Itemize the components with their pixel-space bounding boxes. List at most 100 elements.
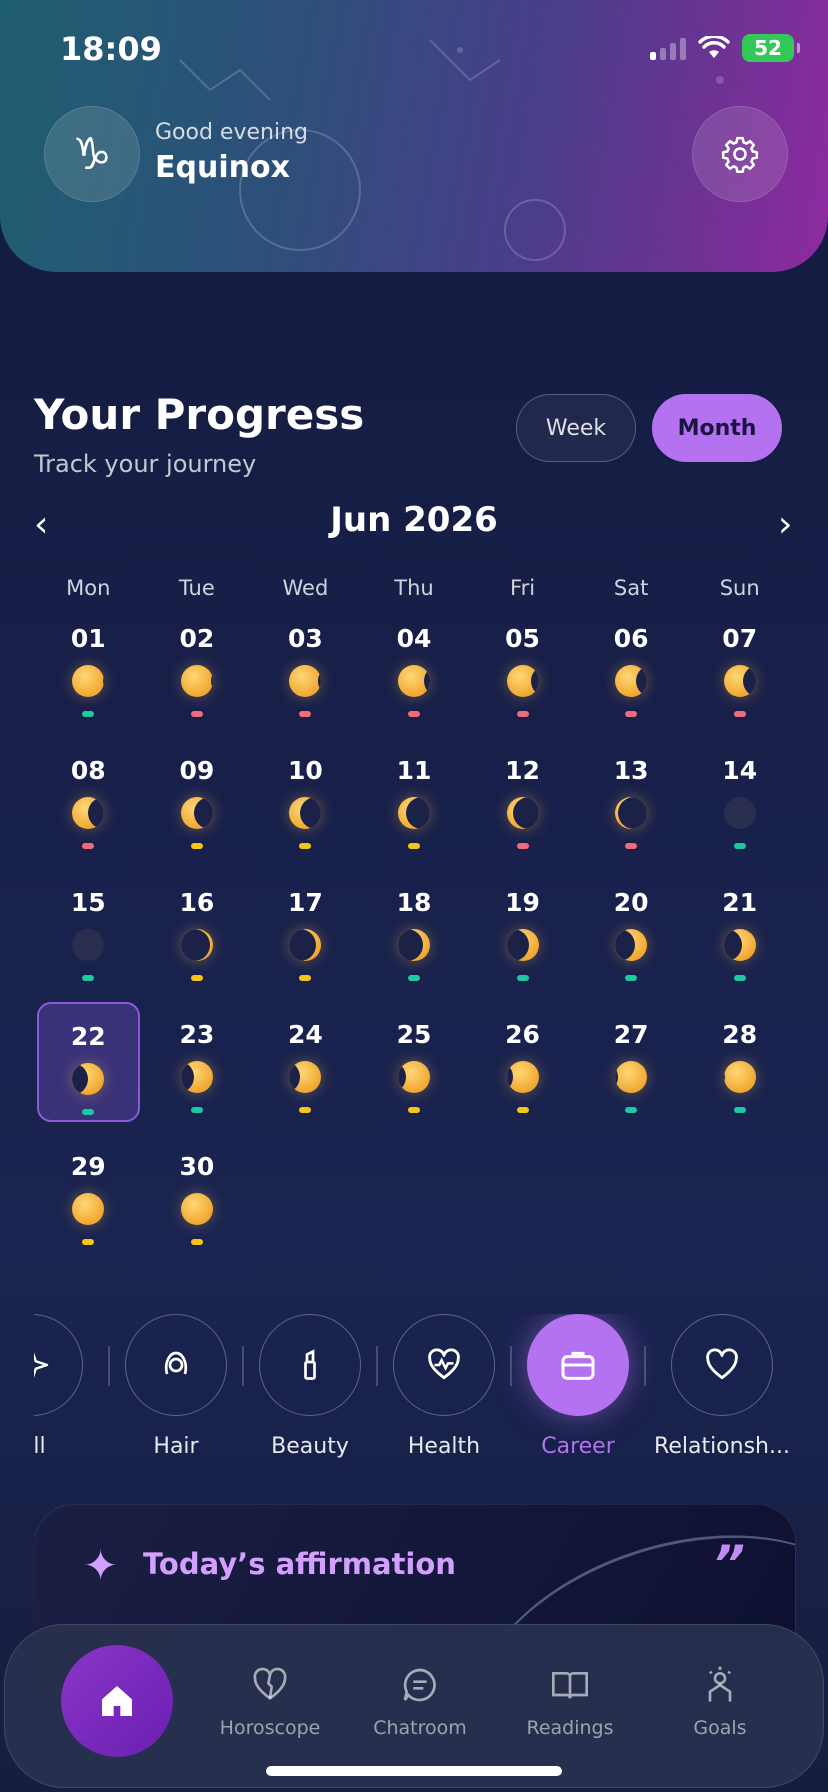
calendar-day[interactable]: 27: [580, 1002, 683, 1122]
mood-indicator-dot: [407, 843, 420, 849]
day-number: 06: [613, 624, 649, 653]
category-beauty[interactable]: Beauty: [250, 1314, 370, 1459]
moon-phase-icon: [723, 929, 756, 961]
next-month-button[interactable]: ›: [778, 504, 792, 545]
mood-indicator-dot: [733, 843, 746, 849]
category-career[interactable]: Career: [518, 1314, 638, 1459]
calendar-day[interactable]: 12: [471, 738, 574, 858]
moon-phase-icon: [506, 1061, 539, 1093]
moon-phase-icon: [506, 665, 539, 697]
category-health[interactable]: Health: [384, 1314, 504, 1459]
moon-shadow: [506, 1061, 513, 1093]
category-label: Beauty: [271, 1434, 349, 1459]
tab-horoscope[interactable]: Horoscope: [205, 1665, 335, 1739]
tab-readings[interactable]: Readings: [505, 1665, 635, 1739]
calendar-day[interactable]: 11: [363, 738, 466, 858]
day-number: 27: [613, 1020, 649, 1049]
calendar-day[interactable]: 15: [37, 870, 140, 990]
category-career-circle: [527, 1314, 629, 1416]
tab-label: Readings: [526, 1717, 614, 1739]
weekday-label: Sun: [719, 576, 760, 600]
calendar-day[interactable]: 28: [688, 1002, 791, 1122]
moon-phase-icon: [723, 1061, 756, 1093]
day-number: 28: [722, 1020, 758, 1049]
moon-phase-icon: [397, 665, 430, 697]
month-toggle-button[interactable]: Month: [652, 394, 782, 462]
calendar-day[interactable]: 08: [37, 738, 140, 858]
moon-phase-icon: [72, 665, 105, 697]
category-beauty-circle: [259, 1314, 361, 1416]
moon-shadow: [512, 797, 539, 829]
tab-home[interactable]: [61, 1645, 173, 1757]
calendar-day[interactable]: 09: [146, 738, 249, 858]
moon-phase-icon: [615, 665, 648, 697]
calendar-day[interactable]: 14: [688, 738, 791, 858]
moon-shadow: [723, 929, 742, 961]
calendar-day[interactable]: 17: [254, 870, 357, 990]
mood-indicator-dot: [299, 1107, 312, 1113]
calendar-day[interactable]: 01: [37, 606, 140, 726]
calendar-day[interactable]: 06: [580, 606, 683, 726]
moon-shadow: [318, 665, 322, 697]
category-all[interactable]: All: [34, 1314, 92, 1459]
calendar-day[interactable]: 24: [254, 1002, 357, 1122]
calendar-day[interactable]: 05: [471, 606, 574, 726]
category-label: All: [34, 1434, 46, 1459]
calendar-day[interactable]: 04: [363, 606, 466, 726]
category-hair-circle: [125, 1314, 227, 1416]
moon-shadow: [103, 665, 105, 697]
tab-label: Goals: [693, 1717, 747, 1739]
chip-divider: [510, 1346, 512, 1386]
mood-indicator-dot: [516, 1107, 529, 1113]
calendar-day[interactable]: 10: [254, 738, 357, 858]
mood-indicator-dot: [190, 1239, 203, 1245]
moon-shadow: [723, 1061, 725, 1093]
calendar-day[interactable]: 02: [146, 606, 249, 726]
calendar-day[interactable]: 16: [146, 870, 249, 990]
wifi-icon: [698, 36, 730, 58]
mood-indicator-dot: [190, 711, 203, 717]
weekday-label: Sat: [613, 576, 649, 600]
week-toggle-button[interactable]: Week: [516, 394, 636, 462]
tab-chatroom[interactable]: Chatroom: [355, 1665, 485, 1739]
calendar-day[interactable]: 26: [471, 1002, 574, 1122]
calendar-day[interactable]: 29: [37, 1134, 140, 1254]
day-number: 16: [179, 888, 215, 917]
day-number: 17: [288, 888, 323, 917]
mood-indicator-dot: [299, 843, 312, 849]
day-number: 08: [70, 756, 106, 785]
calendar-day[interactable]: 22: [37, 1002, 140, 1122]
day-number: 11: [396, 756, 432, 785]
mood-indicator-dot: [733, 975, 746, 981]
mood-indicator-dot: [625, 975, 638, 981]
affirmation-title: Today’s affirmation: [143, 1547, 456, 1581]
mood-indicator-dot: [407, 1107, 420, 1113]
tab-goals[interactable]: Goals: [655, 1665, 785, 1739]
moon-phase-icon: [72, 1063, 105, 1095]
calendar-day[interactable]: 25: [363, 1002, 466, 1122]
moon-shadow: [210, 665, 213, 697]
calendar-day[interactable]: 23: [146, 1002, 249, 1122]
category-hair[interactable]: Hair: [116, 1314, 236, 1459]
settings-button[interactable]: [692, 106, 788, 202]
calendar-day[interactable]: 13: [580, 738, 683, 858]
zodiac-avatar[interactable]: ♑: [44, 106, 140, 202]
mood-indicator-dot: [625, 711, 638, 717]
moon-phase-icon: [506, 929, 539, 961]
calendar-day[interactable]: 20: [580, 870, 683, 990]
calendar-day[interactable]: 18: [363, 870, 466, 990]
moon-phase-icon: [72, 1193, 105, 1225]
day-number: 24: [288, 1020, 323, 1049]
day-number: 10: [288, 756, 323, 785]
category-label: Career: [541, 1434, 615, 1459]
moon-shadow: [193, 797, 213, 829]
calendar-day[interactable]: 19: [471, 870, 574, 990]
calendar-day[interactable]: 07: [688, 606, 791, 726]
category-relationship[interactable]: Relationsh...: [652, 1314, 792, 1459]
calendar-day[interactable]: 21: [688, 870, 791, 990]
calendar-day[interactable]: 03: [254, 606, 357, 726]
calendar-day[interactable]: 30: [146, 1134, 249, 1254]
category-health-circle: [393, 1314, 495, 1416]
weekday-header: Mon Tue Wed Thu Fri Sat Sun: [34, 576, 794, 600]
home-indicator: [266, 1766, 562, 1776]
